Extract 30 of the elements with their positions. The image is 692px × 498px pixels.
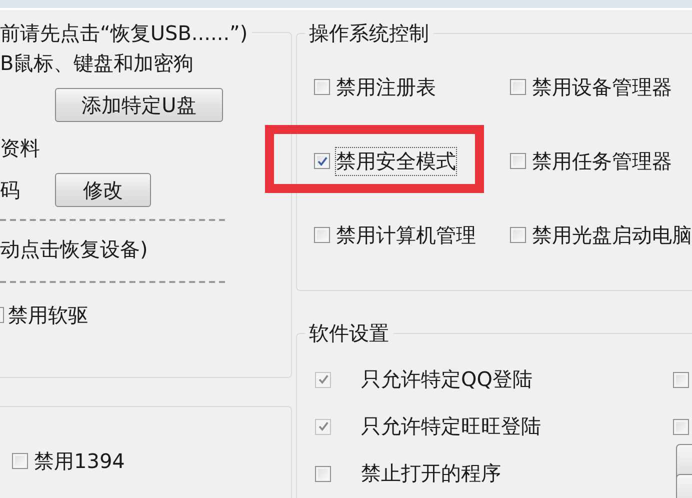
- checkbox[interactable]: [315, 466, 331, 482]
- checkbox-label: 只允许特定旺旺登陆: [361, 413, 541, 440]
- restore-hint: 动点击恢复设备): [0, 236, 148, 262]
- modify-button[interactable]: 修改: [55, 173, 151, 207]
- checkbox[interactable]: [673, 372, 689, 388]
- checkbox-label: 禁用安全模式: [336, 148, 456, 174]
- group-title: 操作系统控制: [305, 21, 433, 45]
- group-title: 软件设置: [305, 321, 393, 345]
- device-label: B鼠标、键盘和加密狗: [0, 50, 194, 76]
- profile-label: 资料: [0, 134, 40, 162]
- checkbox[interactable]: [510, 153, 526, 169]
- checkbox[interactable]: [314, 227, 330, 243]
- checkbox-label: 禁用注册表: [336, 74, 436, 100]
- checkbox-label: 禁用光盘启动电脑: [532, 222, 692, 248]
- notice-text: 前请先点击“恢复USB......”): [0, 21, 252, 45]
- add-usb-button[interactable]: 添加特定U盘: [55, 88, 223, 122]
- checkbox[interactable]: [673, 418, 689, 434]
- checkbox[interactable]: [314, 153, 330, 169]
- checkbox-label: 禁用设备管理器: [532, 74, 672, 100]
- checkbox-label: 只允许特定QQ登陆: [361, 366, 532, 393]
- checkbox[interactable]: [510, 227, 526, 243]
- password-label: 码: [0, 176, 20, 204]
- checkbox-label: 禁用1394: [34, 448, 125, 474]
- checkbox[interactable]: [510, 79, 526, 95]
- checkbox-label: 禁止打开的程序: [361, 460, 501, 487]
- checkbox[interactable]: [314, 79, 330, 95]
- checkbox[interactable]: [12, 453, 28, 469]
- checkbox-label: 禁用软驱: [8, 302, 88, 328]
- checkbox-label: 禁用任务管理器: [532, 148, 672, 174]
- checkbox-label: 禁用计算机管理: [336, 222, 476, 248]
